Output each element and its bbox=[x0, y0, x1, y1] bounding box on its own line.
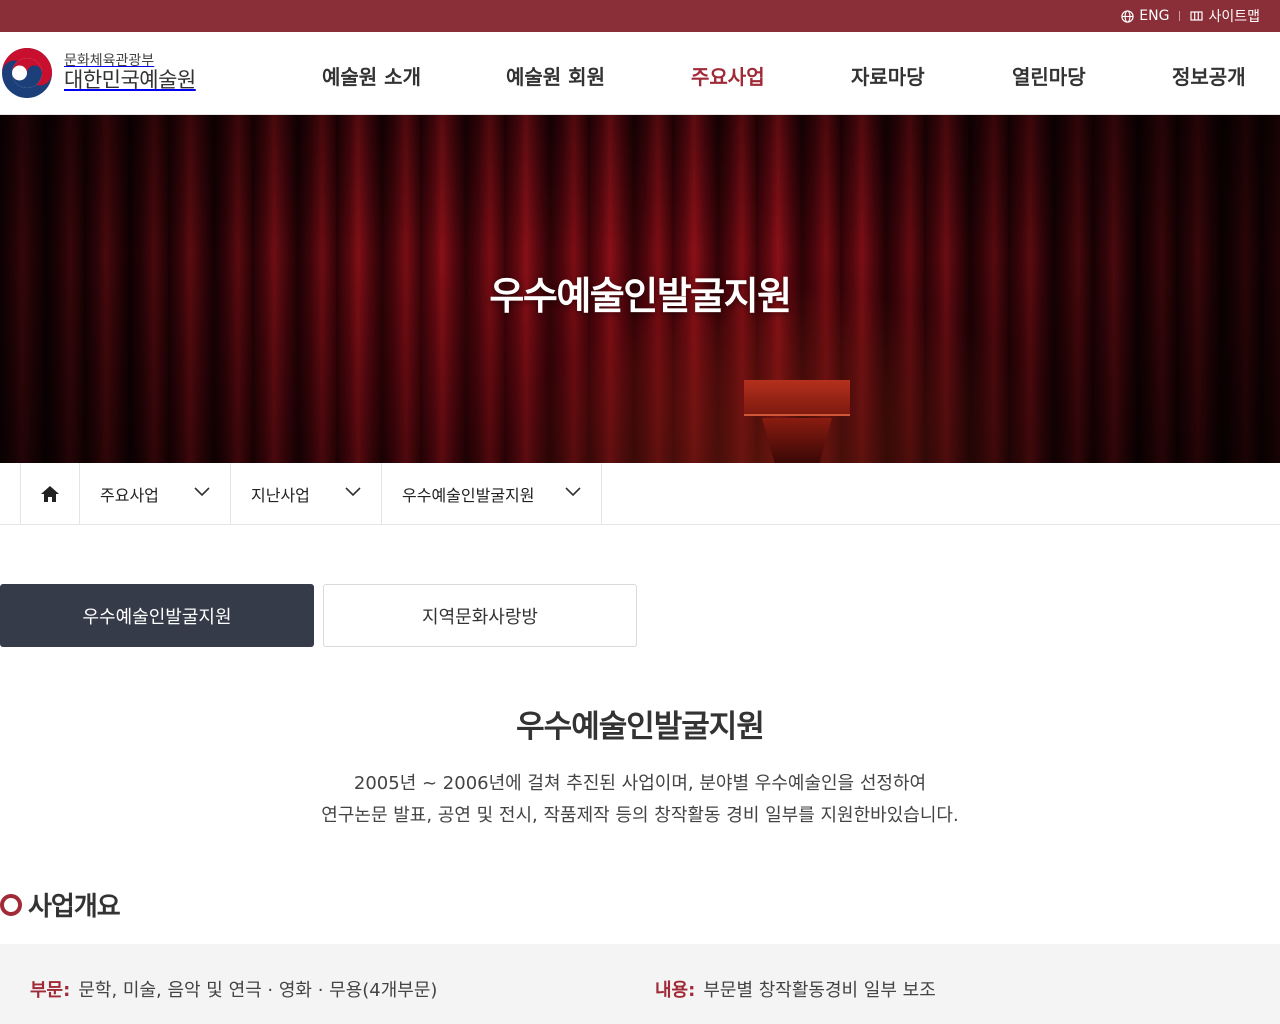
chevron-down-icon bbox=[345, 487, 361, 497]
tab-regional-culture[interactable]: 지역문화사랑방 bbox=[323, 584, 637, 647]
ministry-name: 문화체육관광부 bbox=[64, 52, 155, 69]
breadcrumb-label: 우수예술인발굴지원 bbox=[402, 485, 535, 505]
section-heading-label: 사업개요 bbox=[28, 892, 121, 922]
top-utility-bar: ENG 사이트맵 bbox=[0, 0, 1280, 32]
content-description: 2005년 ~ 2006년에 걸쳐 추진된 사업이며, 분야별 우수예술인을 선… bbox=[0, 768, 1280, 832]
site-logo[interactable]: 문화체육관광부 대한민국예술원 bbox=[0, 46, 196, 100]
nav-item-members[interactable]: 예술원 회원 bbox=[506, 61, 605, 90]
sitemap-label: 사이트맵 bbox=[1208, 9, 1260, 25]
description-line: 연구논문 발표, 공연 및 전시, 작품제작 등의 창작활동 경비 일부를 지원… bbox=[321, 805, 959, 826]
nav-item-disclosure[interactable]: 정보공개 bbox=[1172, 61, 1246, 90]
org-name: 대한민국예술원 bbox=[64, 68, 196, 93]
breadcrumb-dropdown-current[interactable]: 우수예술인발굴지원 bbox=[382, 463, 602, 524]
field-value: 문학, 미술, 음악 및 연극 · 영화 · 무용(4개부문) bbox=[78, 980, 438, 1001]
content-label: 내용: bbox=[655, 980, 696, 1001]
content-value: 부문별 창작활동경비 일부 보조 bbox=[703, 980, 936, 1001]
chevron-down-icon bbox=[565, 487, 581, 497]
main-nav: 예술원 소개 예술원 회원 주요사업 자료마당 열린마당 정보공개 bbox=[280, 32, 1280, 115]
breadcrumb-label: 주요사업 bbox=[100, 485, 159, 505]
tab-artist-support[interactable]: 우수예술인발굴지원 bbox=[0, 584, 314, 647]
overview-box: 부문: 문학, 미술, 음악 및 연극 · 영화 · 무용(4개부문) 내용: 부문… bbox=[0, 944, 1280, 1024]
globe-icon bbox=[1121, 9, 1134, 23]
hero-banner: 우수예술인발굴지원 bbox=[0, 115, 1280, 463]
sitemap-link[interactable]: 사이트맵 bbox=[1190, 6, 1260, 26]
eng-link[interactable]: ENG bbox=[1121, 8, 1169, 24]
section-heading: 사업개요 bbox=[0, 886, 121, 923]
site-header: 문화체육관광부 대한민국예술원 예술원 소개 예술원 회원 주요사업 자료마당 … bbox=[0, 32, 1280, 115]
sub-tabs: 우수예술인발굴지원 지역문화사랑방 bbox=[0, 584, 640, 647]
home-icon bbox=[41, 485, 59, 502]
nav-item-resources[interactable]: 자료마당 bbox=[851, 61, 925, 90]
circle-bullet-icon bbox=[0, 893, 22, 916]
field-label: 부문: bbox=[30, 980, 71, 1001]
overview-content: 내용: 부문별 창작활동경비 일부 보조 bbox=[655, 976, 936, 1002]
hero-title: 우수예술인발굴지원 bbox=[489, 274, 792, 318]
content-title: 우수예술인발굴지원 bbox=[516, 709, 765, 745]
topbar-divider bbox=[1179, 11, 1181, 21]
nav-item-community[interactable]: 열린마당 bbox=[1012, 61, 1086, 90]
nav-item-intro[interactable]: 예술원 소개 bbox=[322, 61, 421, 90]
breadcrumb-home[interactable] bbox=[20, 463, 80, 524]
sitemap-icon bbox=[1190, 11, 1204, 21]
overview-field: 부문: 문학, 미술, 음악 및 연극 · 영화 · 무용(4개부문) bbox=[30, 976, 437, 1002]
taeguk-emblem-icon bbox=[2, 48, 52, 98]
breadcrumb-label: 지난사업 bbox=[251, 485, 310, 505]
description-line: 2005년 ~ 2006년에 걸쳐 추진된 사업이며, 분야별 우수예술인을 선… bbox=[353, 773, 927, 794]
stage-podium-graphic bbox=[744, 380, 850, 463]
nav-item-programs[interactable]: 주요사업 bbox=[691, 61, 765, 90]
chevron-down-icon bbox=[194, 487, 210, 497]
eng-label: ENG bbox=[1139, 8, 1170, 24]
breadcrumb-dropdown-past[interactable]: 지난사업 bbox=[231, 463, 382, 524]
breadcrumb: 주요사업 지난사업 우수예술인발굴지원 bbox=[0, 463, 1280, 525]
breadcrumb-dropdown-programs[interactable]: 주요사업 bbox=[80, 463, 231, 524]
